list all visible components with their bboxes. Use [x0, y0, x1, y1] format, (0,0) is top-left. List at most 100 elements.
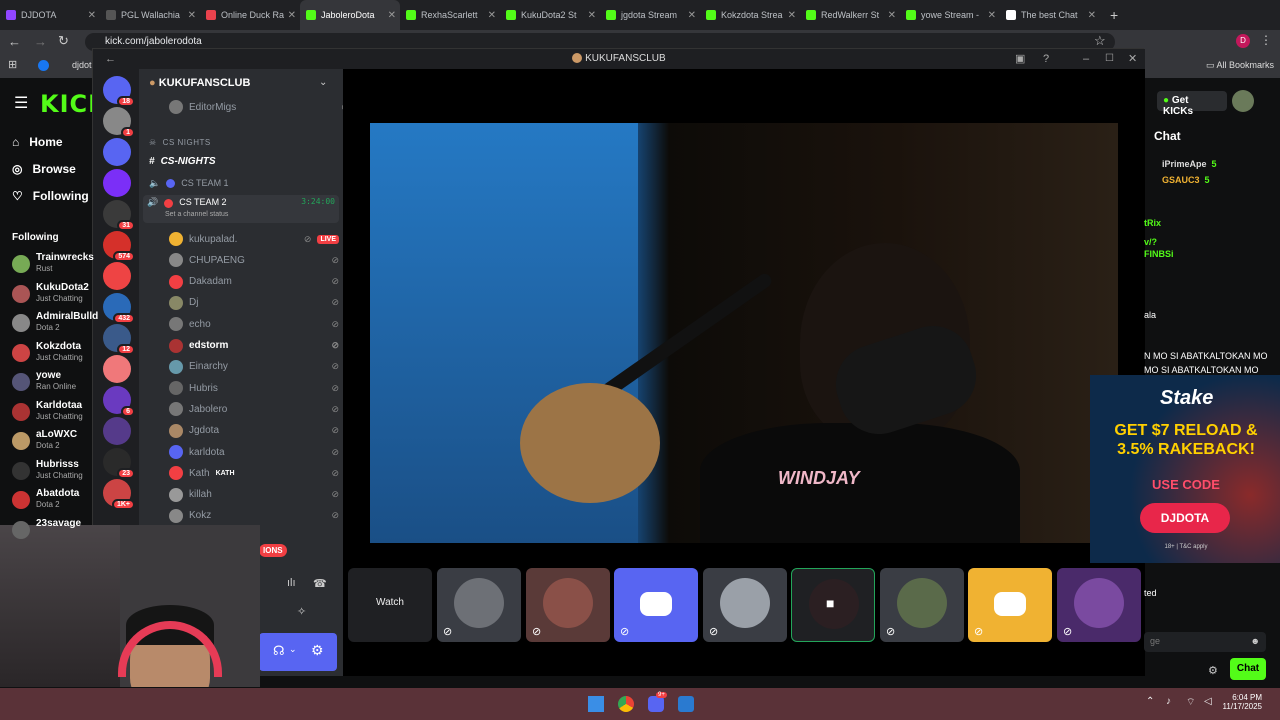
participant-tile-7[interactable]: ⊘	[968, 568, 1052, 642]
soundboard-icon[interactable]: ılı	[287, 577, 296, 589]
voice-channel-team1[interactable]: 🔈 CS TEAM 1	[149, 173, 339, 193]
disconnect-icon[interactable]: ☎	[313, 577, 327, 590]
following-item[interactable]: Hubrisss Just Chatting	[12, 459, 102, 487]
forward-icon[interactable]: →	[34, 34, 47, 49]
voice-member[interactable]: Hubris ⊘	[169, 378, 339, 398]
voice-member[interactable]: killah ⊘	[169, 485, 339, 505]
tab-close-icon[interactable]: ✕	[988, 10, 996, 21]
voice-member[interactable]: Kokz ⊘	[169, 506, 339, 526]
profile-avatar[interactable]: D	[1236, 34, 1250, 48]
browser-tab[interactable]: Kokzdota Strea ✕	[700, 0, 800, 30]
user-avatar[interactable]	[1232, 90, 1254, 112]
following-item[interactable]: Abatdota Dota 2	[12, 488, 102, 516]
browser-tab[interactable]: DJDOTA ✕	[0, 0, 100, 30]
chat-leaderboard-user[interactable]: iPrimeApe 5	[1162, 159, 1217, 169]
server-icon[interactable]	[103, 417, 131, 445]
menu-dots-icon[interactable]: ⋮	[1260, 33, 1272, 47]
tab-close-icon[interactable]: ✕	[788, 10, 796, 21]
nav-browse[interactable]: ◎ Browse	[12, 162, 76, 176]
tab-close-icon[interactable]: ✕	[688, 10, 696, 21]
voice-member[interactable]: Einarchy ⊘	[169, 357, 339, 377]
chevron-down-icon[interactable]: ⌄	[289, 644, 297, 655]
server-icon[interactable]	[103, 262, 131, 290]
following-item[interactable]: 23savage	[12, 518, 102, 546]
server-icon[interactable]: 31	[103, 200, 135, 231]
server-icon[interactable]: 1	[103, 107, 135, 138]
browser-tab[interactable]: RexhaScarlett ✕	[400, 0, 500, 30]
tab-close-icon[interactable]: ✕	[1088, 10, 1096, 21]
reload-icon[interactable]: ↻	[58, 33, 69, 49]
close-icon[interactable]: ✕	[1128, 49, 1137, 69]
apps-grid-icon[interactable]: ⊞	[8, 58, 17, 71]
voice-member[interactable]: kukupalad. ⊘ LIVE	[169, 229, 339, 249]
ad-code-button[interactable]: DJDOTA	[1140, 503, 1230, 533]
new-tab-icon[interactable]: +	[1110, 0, 1118, 30]
minimize-icon[interactable]: –	[1083, 49, 1089, 69]
participant-tile-1[interactable]: ⊘	[437, 568, 521, 642]
participant-tile-3[interactable]: ⊘	[614, 568, 698, 642]
voice-member[interactable]: CHUPAENG ⊘	[169, 250, 339, 270]
server-icon[interactable]: 18	[103, 76, 135, 107]
all-bookmarks[interactable]: ▭ All Bookmarks	[1206, 60, 1274, 71]
chrome-icon[interactable]	[618, 696, 634, 712]
browser-tab[interactable]: Online Duck Ra ✕	[200, 0, 300, 30]
participant-tile-4[interactable]: ⊘	[703, 568, 787, 642]
following-item[interactable]: KukuDota2 Just Chatting	[12, 282, 102, 310]
following-item[interactable]: AdmiralBulld Dota 2	[12, 311, 102, 339]
wifi-icon[interactable]: ⌔	[1186, 696, 1195, 709]
server-icon[interactable]: 6	[103, 386, 135, 417]
voice-member[interactable]: Dakadam ⊘	[169, 272, 339, 292]
browser-tab[interactable]: PGL Wallachia ✕	[100, 0, 200, 30]
inbox-icon[interactable]: ▣	[1015, 49, 1025, 69]
tab-close-icon[interactable]: ✕	[288, 10, 296, 21]
emoji-icon[interactable]: ☻	[1251, 636, 1260, 646]
help-icon[interactable]: ?	[1043, 49, 1049, 69]
server-header[interactable]: ● KUKUFANSCLUB	[149, 77, 250, 89]
following-item[interactable]: yowe Ran Online	[12, 370, 102, 398]
channel-status[interactable]: Set a channel status	[165, 211, 228, 218]
following-item[interactable]: Karldotaa Just Chatting	[12, 400, 102, 428]
tab-close-icon[interactable]: ✕	[588, 10, 596, 21]
participant-tile-5[interactable]: ■	[791, 568, 875, 642]
participant-tile-8[interactable]: ⊘	[1057, 568, 1141, 642]
browser-tab[interactable]: jgdota Stream ✕	[600, 0, 700, 30]
member-editormigs[interactable]: EditorMigs⊘ ◎	[169, 97, 359, 117]
following-item[interactable]: Trainwrecks Rust	[12, 252, 102, 280]
maximize-icon[interactable]: ☐	[1105, 49, 1114, 69]
bookmark-star-icon[interactable]: ☆	[1094, 33, 1106, 49]
server-icon[interactable]: 574	[103, 231, 135, 262]
watch-tile[interactable]: Watch	[348, 568, 432, 642]
back-arrow-icon[interactable]: ←	[105, 49, 116, 69]
category-cs-nights[interactable]: ☠ CS NIGHTS	[149, 132, 339, 152]
voice-member[interactable]: Jabolero ⊘	[169, 399, 339, 419]
chat-send-button[interactable]: Chat	[1230, 658, 1266, 680]
voice-member[interactable]: edstorm ⊘	[169, 336, 339, 356]
participant-tile-2[interactable]: ⊘	[526, 568, 610, 642]
text-channel-cs-nights[interactable]: # CS-NIGHTS	[149, 151, 339, 171]
settings-gear-icon[interactable]: ⚙	[311, 642, 324, 659]
server-icon[interactable]: 12	[103, 324, 135, 355]
following-item[interactable]: Kokzdota Just Chatting	[12, 341, 102, 369]
server-icon[interactable]	[103, 138, 131, 166]
get-kicks-button[interactable]: ● Get KICKs	[1157, 91, 1227, 117]
stream-video[interactable]: WINDJAY	[370, 123, 1118, 543]
tab-close-icon[interactable]: ✕	[888, 10, 896, 21]
voice-member[interactable]: karldota ⊘	[169, 442, 339, 462]
voice-member[interactable]: Kath KATH ⊘	[169, 463, 339, 483]
mic-icon[interactable]: ♪	[1166, 696, 1171, 707]
server-icon[interactable]: 23	[103, 448, 135, 479]
volume-icon[interactable]: ◁	[1204, 696, 1212, 707]
bookmark-djdota[interactable]: djdot	[72, 60, 92, 70]
chat-input[interactable]: ge ☻	[1144, 632, 1266, 652]
voice-channel-team2[interactable]: 🔊 CS TEAM 2 3:24:00 Set a channel status	[143, 195, 339, 223]
server-icon[interactable]	[103, 169, 131, 197]
nav-home[interactable]: ⌂ Home	[12, 135, 63, 149]
app-icon[interactable]	[678, 696, 694, 712]
server-icon[interactable]: 1K+	[103, 479, 135, 510]
discord-taskbar-icon[interactable]: 9+	[648, 692, 667, 712]
chat-leaderboard-user[interactable]: GSAUC3 5	[1162, 175, 1210, 185]
tab-close-icon[interactable]: ✕	[88, 10, 96, 21]
tab-close-icon[interactable]: ✕	[488, 10, 496, 21]
chat-settings-icon[interactable]: ⚙	[1208, 664, 1218, 677]
facebook-icon[interactable]	[38, 60, 49, 71]
